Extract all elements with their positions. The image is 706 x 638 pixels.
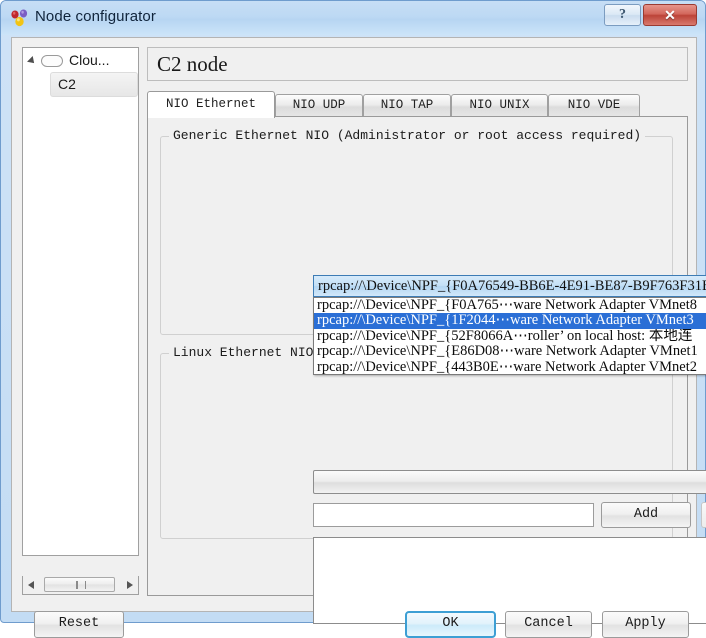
scrollbar-thumb[interactable]	[44, 577, 115, 592]
cloud-icon	[41, 55, 63, 68]
list-item[interactable]: rpcap://\Device\NPF_{52F8066A⋯roller’ on…	[314, 329, 706, 344]
tab-nio-ethernet[interactable]: NIO Ethernet	[147, 91, 275, 118]
node-settings-panel: C2 node NIO Ethernet NIO UDP NIO TAP NIO…	[147, 47, 706, 624]
sidebar-item-c2[interactable]: C2	[50, 72, 138, 97]
ok-button[interactable]: OK	[405, 611, 496, 638]
tab-nio-udp[interactable]: NIO UDP	[275, 94, 363, 117]
sidebar-item-cloud-label: Clou...	[69, 52, 110, 68]
apply-button[interactable]: Apply	[602, 611, 689, 638]
linux-nio-input[interactable]	[313, 503, 594, 527]
gns3-spheres-icon	[11, 9, 28, 27]
list-item[interactable]: rpcap://\Device\NPF_{443B0E⋯ware Network…	[314, 360, 706, 374]
help-button[interactable]: ?	[604, 4, 641, 26]
add-button[interactable]: Add	[601, 502, 691, 528]
sidebar-item-c2-label: C2	[58, 76, 76, 92]
cancel-button[interactable]: Cancel	[505, 611, 592, 638]
window-title: Node configurator	[35, 8, 156, 25]
list-item[interactable]: rpcap://\Device\NPF_{E86D08⋯ware Network…	[314, 344, 706, 359]
generic-ethernet-nio-group-label: Generic Ethernet NIO (Administrator or r…	[169, 128, 646, 143]
reset-button[interactable]: Reset	[34, 611, 124, 638]
tab-nio-unix[interactable]: NIO UNIX	[451, 94, 548, 117]
tab-page-nio-ethernet: Generic Ethernet NIO (Administrator or r…	[147, 116, 706, 624]
list-item[interactable]: rpcap://\Device\NPF_{1F2044⋯ware Network…	[314, 313, 706, 329]
dialog-client-area: Clou... C2 C2 node NIO Ethernet NIO UDP …	[11, 37, 706, 638]
linux-nio-combobox[interactable]	[313, 470, 706, 494]
scroll-left-arrow-icon[interactable]	[23, 576, 40, 593]
nio-tab-widget: NIO Ethernet NIO UDP NIO TAP NIO UNIX NI…	[147, 91, 706, 624]
generic-nio-combobox[interactable]: rpcap://\Device\NPF_{F0A76549-BB6E-4E91-…	[313, 275, 706, 297]
generic-nio-combobox-value: rpcap://\Device\NPF_{F0A76549-BB6E-4E91-…	[318, 278, 706, 294]
node-configurator-window: Node configurator ? ✕ Clou... C2 C2 node…	[0, 0, 706, 638]
tab-nio-tap[interactable]: NIO TAP	[363, 94, 451, 117]
tab-bar: NIO Ethernet NIO UDP NIO TAP NIO UNIX NI…	[147, 91, 688, 118]
sidebar-item-cloud[interactable]: Clou...	[23, 48, 138, 72]
title-bar[interactable]: Node configurator ? ✕	[1, 1, 705, 35]
tab-nio-vde[interactable]: NIO VDE	[548, 94, 640, 117]
chevron-down-icon[interactable]	[27, 56, 37, 67]
list-item[interactable]: rpcap://\Device\NPF_{F0A765⋯ware Network…	[314, 298, 706, 313]
generic-nio-dropdown-list[interactable]: rpcap://\Device\NPF_{F0A765⋯ware Network…	[313, 297, 706, 375]
close-button[interactable]: ✕	[643, 4, 697, 26]
delete-button: Delete	[701, 502, 706, 528]
page-title: C2 node	[147, 47, 688, 81]
scroll-right-arrow-icon[interactable]	[121, 576, 138, 593]
node-tree[interactable]: Clou... C2	[22, 47, 139, 556]
tree-horizontal-scrollbar[interactable]	[22, 576, 139, 595]
